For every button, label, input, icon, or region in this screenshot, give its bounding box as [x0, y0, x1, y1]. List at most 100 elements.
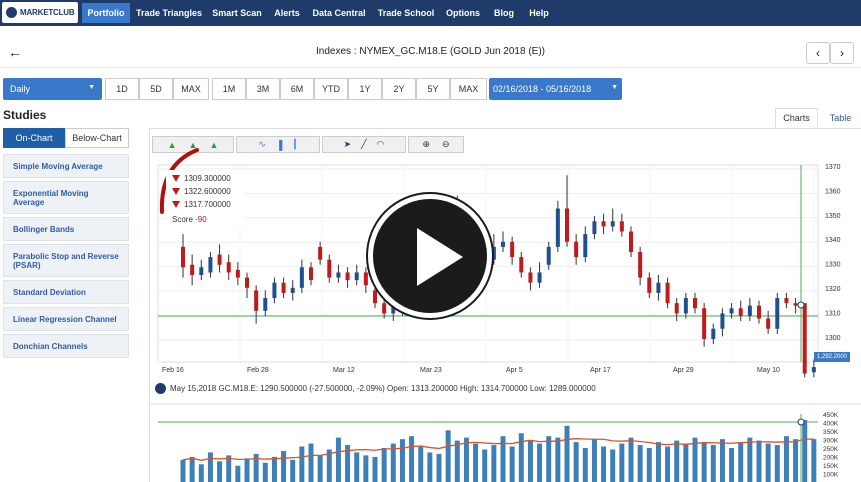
candle-body: [674, 303, 679, 314]
volume-tick-label: 250K: [823, 446, 839, 453]
volume-bar: [655, 442, 661, 482]
candle-body: [528, 272, 533, 283]
volume-tick-label: 450K: [823, 412, 839, 419]
volume-bar: [198, 464, 204, 482]
candle-body: [519, 257, 524, 273]
volume-bar: [774, 445, 780, 482]
red-triangle-icon: [172, 201, 180, 208]
candle-body: [638, 251, 643, 278]
candle-body: [345, 272, 350, 281]
volume-bar: [701, 442, 707, 482]
volume-bar: [518, 433, 524, 482]
x-tick-label: Apr 17: [590, 367, 611, 374]
trade-triangle-score-box: 1309.300000 1322.600000 1317.700000 Scor…: [166, 170, 244, 228]
volume-bar: [509, 446, 515, 482]
candle-body: [263, 298, 268, 311]
candle-body: [245, 277, 249, 288]
volume-bar: [363, 455, 369, 482]
candle-body: [775, 298, 780, 329]
candle-body: [382, 303, 387, 314]
candle-body: [491, 246, 496, 260]
y-tick-label: 1300: [825, 335, 841, 342]
score-value-3: 1317.700000: [184, 200, 231, 209]
candle-body: [363, 272, 368, 286]
y-tick-label: 1330: [825, 262, 841, 269]
volume-bar: [783, 436, 789, 482]
candle-body: [729, 308, 734, 314]
y-tick-label: 1320: [825, 286, 841, 293]
volume-bar: [637, 445, 643, 482]
candle-body: [226, 262, 231, 273]
candle-body: [665, 282, 670, 304]
volume-bar: [802, 419, 808, 482]
crosshair-point: [797, 301, 805, 309]
chart-info-icon: [155, 383, 166, 394]
candle-body: [574, 241, 579, 258]
volume-bar: [719, 439, 725, 482]
x-tick-label: Mar 23: [420, 367, 442, 374]
volume-bar: [244, 458, 250, 482]
candle-body: [610, 221, 615, 227]
volume-bar: [582, 448, 588, 482]
score-value-1: 1309.300000: [184, 174, 231, 183]
candle-body: [629, 231, 633, 252]
candle-body: [354, 272, 359, 281]
volume-bar: [372, 456, 378, 482]
candle-body: [254, 290, 259, 311]
candle-body: [747, 305, 752, 316]
volume-bar: [445, 430, 451, 482]
volume-bar: [573, 442, 579, 482]
volume-bar: [619, 443, 625, 482]
volume-bar: [418, 446, 424, 482]
volume-bar: [473, 443, 479, 482]
candle-body: [647, 277, 652, 293]
volume-tick-label: 100K: [823, 472, 839, 479]
volume-bar: [674, 440, 680, 482]
volume-bar: [262, 462, 268, 482]
candle-body: [217, 254, 222, 265]
volume-tick-label: 200K: [823, 455, 839, 462]
candle-body: [738, 308, 743, 316]
candle-body: [208, 257, 213, 273]
video-play-button[interactable]: [368, 194, 492, 318]
candle-body: [711, 328, 716, 339]
candle-body: [592, 221, 597, 235]
play-icon: [417, 228, 463, 286]
candle-body: [546, 246, 551, 265]
x-tick-label: Feb 16: [162, 367, 184, 374]
volume-bar: [317, 455, 323, 482]
volume-bar: [601, 446, 607, 482]
volume-tick-label: 350K: [823, 429, 839, 436]
candle-body: [510, 241, 515, 258]
volume-bar: [729, 448, 735, 482]
volume-bar: [710, 445, 716, 482]
volume-bar: [217, 461, 223, 482]
x-tick-label: Apr 5: [506, 367, 523, 374]
candle-body: [199, 267, 204, 276]
x-tick-label: Apr 29: [673, 367, 694, 374]
x-tick-label: Feb 28: [247, 367, 269, 374]
volume-bar: [591, 439, 597, 482]
y-tick-label: 1310: [825, 310, 841, 317]
candle-body: [190, 264, 195, 276]
volume-bar: [628, 437, 634, 482]
volume-bar: [683, 443, 689, 482]
volume-bar: [290, 459, 296, 482]
candle-body: [720, 313, 725, 329]
candle-body: [235, 269, 240, 278]
candle-body: [766, 318, 771, 329]
candle-body: [281, 282, 286, 293]
candle-body: [318, 246, 323, 260]
score-number: -90: [195, 215, 207, 224]
candle-body: [656, 282, 661, 293]
volume-average-line: [182, 438, 814, 461]
volume-bar: [409, 436, 415, 482]
score-line-monthly: 1309.300000: [172, 174, 231, 183]
y-tick-label: 1350: [825, 213, 841, 220]
candle-body: [555, 208, 560, 247]
volume-bar: [271, 456, 277, 482]
x-tick-label: May 10: [757, 367, 780, 374]
volume-crosshair-point: [797, 418, 805, 426]
candle-body: [290, 287, 295, 293]
candle-body: [327, 259, 332, 278]
